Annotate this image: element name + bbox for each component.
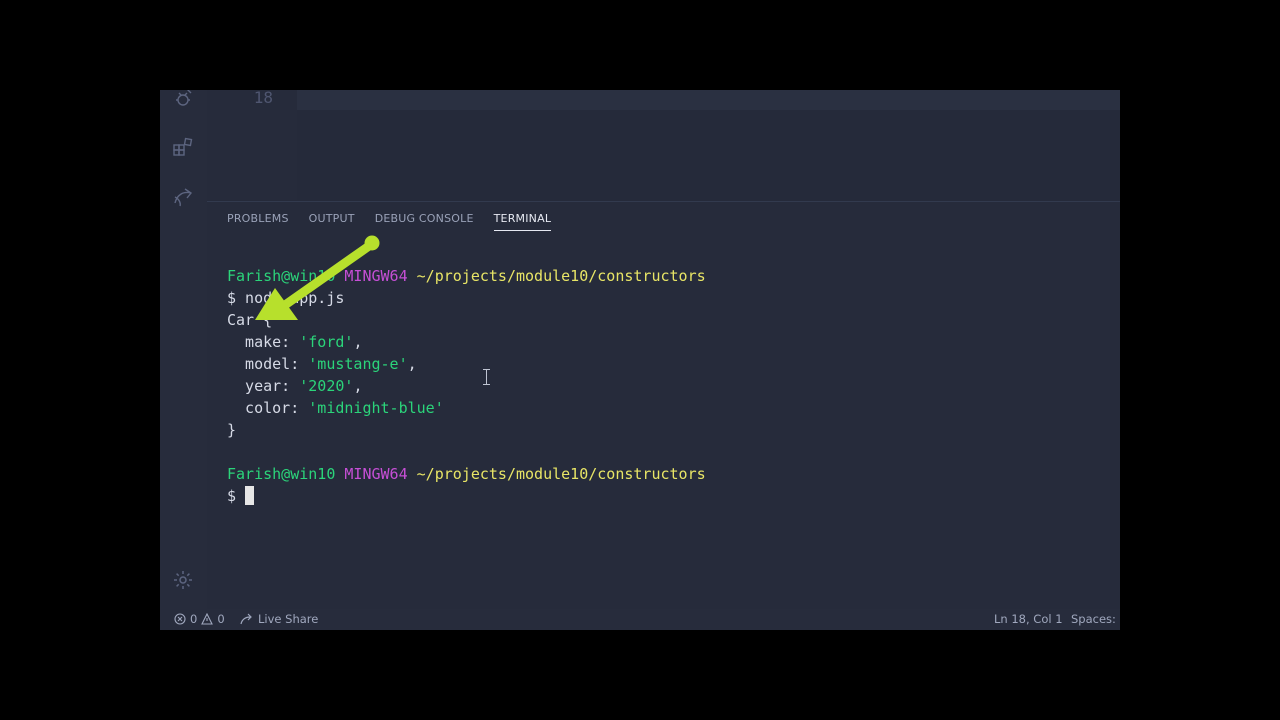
output-property-color: color: 'midnight-blue' xyxy=(227,397,706,419)
input-prompt: $ xyxy=(227,487,246,505)
output-property-make: make: 'ford', xyxy=(227,331,706,353)
warning-icon xyxy=(201,613,214,625)
property-value: 'mustang-e' xyxy=(308,355,408,373)
mouse-ibeam-cursor xyxy=(483,369,490,385)
output-object-close: } xyxy=(227,421,237,439)
extensions-icon[interactable] xyxy=(169,133,197,161)
tab-problems[interactable]: PROBLEMS xyxy=(227,212,289,231)
prompt-user: Farish@win10 xyxy=(227,267,336,285)
prompt-host: MINGW64 xyxy=(344,267,408,285)
activity-bar xyxy=(160,90,207,609)
tab-debug-console[interactable]: DEBUG CONSOLE xyxy=(375,212,474,231)
output-object-open: Car { xyxy=(227,311,273,329)
vscode-window: 18 PROBLEMS OUTPUT DEBUG CONSOLE TERMINA… xyxy=(160,90,1120,630)
property-key: color: xyxy=(227,399,309,417)
property-value: '2020' xyxy=(299,377,354,395)
tab-output[interactable]: OUTPUT xyxy=(309,212,355,231)
terminal-prompt-line: Farish@win10 MINGW64 ~/projects/module10… xyxy=(227,265,706,287)
prompt-path: ~/projects/module10/constructors xyxy=(416,267,706,285)
error-icon xyxy=(174,613,186,625)
terminal-prompt-line: Farish@win10 MINGW64 ~/projects/module10… xyxy=(227,463,706,485)
terminal-command-line: $ node app.js xyxy=(227,289,345,307)
tab-terminal[interactable]: TERMINAL xyxy=(493,212,552,231)
live-share-label: Live Share xyxy=(258,612,319,626)
cursor-position[interactable]: Ln 18, Col 1 xyxy=(994,612,1063,626)
property-value: 'ford' xyxy=(299,333,354,351)
live-share-icon xyxy=(240,613,252,625)
line-number: 18 xyxy=(253,90,273,107)
live-share-button[interactable]: Live Share xyxy=(240,612,318,626)
comma: , xyxy=(407,355,417,373)
prompt-host: MINGW64 xyxy=(344,465,408,483)
debug-icon[interactable] xyxy=(169,90,197,112)
status-bar: 0 0 Live Share Ln 18, Col 1 Spaces: 2 xyxy=(160,609,1120,630)
output-property-model: model: 'mustang-e', xyxy=(227,353,706,375)
property-key: model: xyxy=(227,355,309,373)
problems-indicator[interactable]: 0 0 xyxy=(174,612,225,626)
output-property-year: year: '2020', xyxy=(227,375,706,397)
error-count: 0 xyxy=(190,612,198,626)
indentation-setting[interactable]: Spaces: 2 xyxy=(1071,612,1120,626)
property-key: year: xyxy=(227,377,300,395)
warning-count: 0 xyxy=(217,612,225,626)
bottom-panel: PROBLEMS OUTPUT DEBUG CONSOLE TERMINAL F… xyxy=(207,201,1120,610)
prompt-path: ~/projects/module10/constructors xyxy=(416,465,706,483)
remote-explorer-icon[interactable] xyxy=(169,183,197,211)
current-line-highlight xyxy=(297,90,1120,110)
comma: , xyxy=(353,377,363,395)
panel-tabs: PROBLEMS OUTPUT DEBUG CONSOLE TERMINAL xyxy=(227,212,571,231)
property-key: make: xyxy=(227,333,300,351)
settings-gear-icon[interactable] xyxy=(169,566,197,594)
terminal-cursor xyxy=(245,486,255,505)
editor-gutter: 18 xyxy=(207,90,297,200)
comma: , xyxy=(353,333,363,351)
terminal-output[interactable]: Farish@win10 MINGW64 ~/projects/module10… xyxy=(227,265,706,507)
prompt-user: Farish@win10 xyxy=(227,465,336,483)
terminal-input-line[interactable]: $ xyxy=(227,485,706,507)
editor-area[interactable]: 18 xyxy=(207,90,1120,200)
property-value: 'midnight-blue' xyxy=(308,399,444,417)
